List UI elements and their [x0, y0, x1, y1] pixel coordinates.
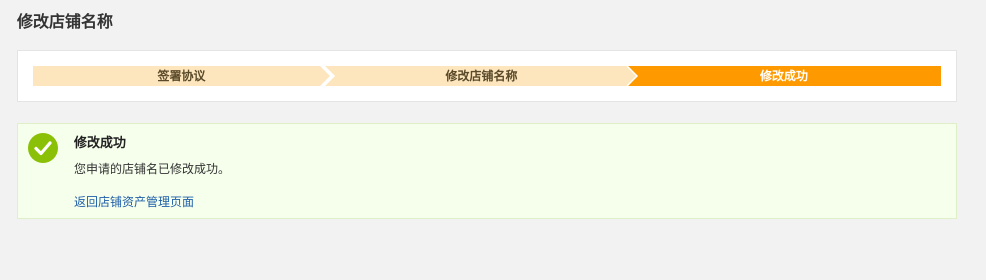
back-to-shop-assets-link[interactable]: 返回店铺资产管理页面: [74, 194, 194, 210]
page: 修改店铺名称 签署协议 修改店铺名称 修改成功 修改成功 您申请的店铺名已修改成…: [0, 0, 986, 280]
step-modify-shop-name-label: 修改店铺名称: [445, 69, 518, 83]
page-title: 修改店铺名称: [17, 12, 114, 31]
step-sign-agreement: 签署协议: [33, 66, 330, 86]
success-title: 修改成功: [74, 136, 127, 151]
step-progress-bar: 签署协议 修改店铺名称 修改成功: [33, 66, 941, 86]
step-modify-success-label: 修改成功: [759, 69, 808, 83]
step-modify-shop-name: 修改店铺名称: [324, 66, 639, 86]
success-description: 您申请的店铺名已修改成功。: [74, 162, 231, 176]
step-modify-success: 修改成功: [627, 66, 941, 86]
step-sign-agreement-label: 签署协议: [157, 69, 206, 83]
steps-panel: 签署协议 修改店铺名称 修改成功: [17, 50, 957, 102]
success-message-box: 修改成功 您申请的店铺名已修改成功。 返回店铺资产管理页面: [17, 123, 957, 219]
check-circle-icon: [28, 133, 58, 163]
